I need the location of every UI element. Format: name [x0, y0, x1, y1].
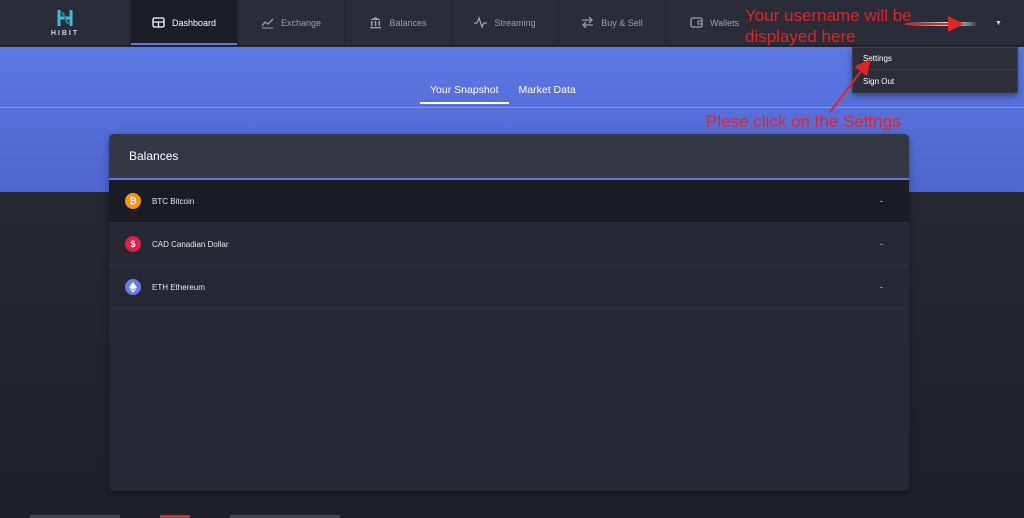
balance-row-btc[interactable]: ₿ BTC Bitcoin -: [109, 180, 909, 223]
user-dropdown-menu: Settings Sign Out: [852, 47, 1018, 93]
nav-label: Wallets: [710, 17, 740, 28]
balance-row-cad[interactable]: $ CAD Canadian Dollar -: [109, 223, 909, 266]
tab-your-snapshot[interactable]: Your Snapshot: [420, 84, 509, 104]
ethereum-icon: [125, 279, 141, 295]
nav-streaming[interactable]: Streaming: [451, 0, 558, 45]
dashboard-subtabs: Your Snapshot Market Data: [420, 84, 586, 104]
nav-label: Streaming: [494, 17, 536, 28]
balance-value: -: [880, 239, 883, 249]
chart-line-icon: [261, 18, 274, 29]
nav-exchange[interactable]: Exchange: [237, 0, 344, 45]
nav-label: Dashboard: [171, 17, 217, 28]
balance-label: BTC Bitcoin: [152, 196, 195, 206]
menu-item-sign-out[interactable]: Sign Out: [853, 70, 1017, 92]
nav-buy-sell[interactable]: Buy & Sell: [558, 0, 665, 45]
annotation-username: Your username will be displayed here: [745, 6, 912, 46]
swap-icon: [582, 16, 594, 29]
dashboard-icon: [152, 17, 165, 28]
dollar-icon: $: [125, 236, 141, 252]
balance-label: CAD Canadian Dollar: [152, 239, 229, 249]
username-redacted[interactable]: [908, 22, 976, 26]
nav-label: Exchange: [280, 17, 322, 28]
hibit-logo-icon: [57, 10, 73, 26]
pulse-icon: [474, 16, 488, 29]
balances-card: Balances ₿ BTC Bitcoin - $ CAD Canadian …: [109, 134, 909, 491]
nav-label: Buy & Sell: [601, 17, 643, 28]
bitcoin-icon: ₿: [125, 193, 141, 209]
menu-item-settings[interactable]: Settings: [853, 48, 1017, 70]
balance-value: -: [880, 282, 883, 292]
hero-divider: [0, 107, 1024, 108]
nav-balances[interactable]: Balances: [344, 0, 451, 45]
balance-label: ETH Ethereum: [152, 282, 205, 292]
bank-icon: [370, 17, 382, 29]
tab-market-data[interactable]: Market Data: [509, 84, 586, 104]
chevron-down-icon[interactable]: ▼: [995, 20, 1002, 27]
balance-row-eth[interactable]: ETH Ethereum -: [109, 266, 909, 309]
balance-value: -: [880, 196, 883, 206]
brand-name: HIBIT: [50, 30, 80, 37]
card-title: Balances: [109, 134, 909, 180]
nav-label: Balances: [389, 17, 427, 28]
annotation-settings: Plese click on the Settngs: [706, 112, 901, 131]
nav-dashboard[interactable]: Dashboard: [130, 0, 237, 45]
brand-logo[interactable]: HIBIT: [0, 0, 130, 45]
wallet-icon: [690, 17, 703, 28]
